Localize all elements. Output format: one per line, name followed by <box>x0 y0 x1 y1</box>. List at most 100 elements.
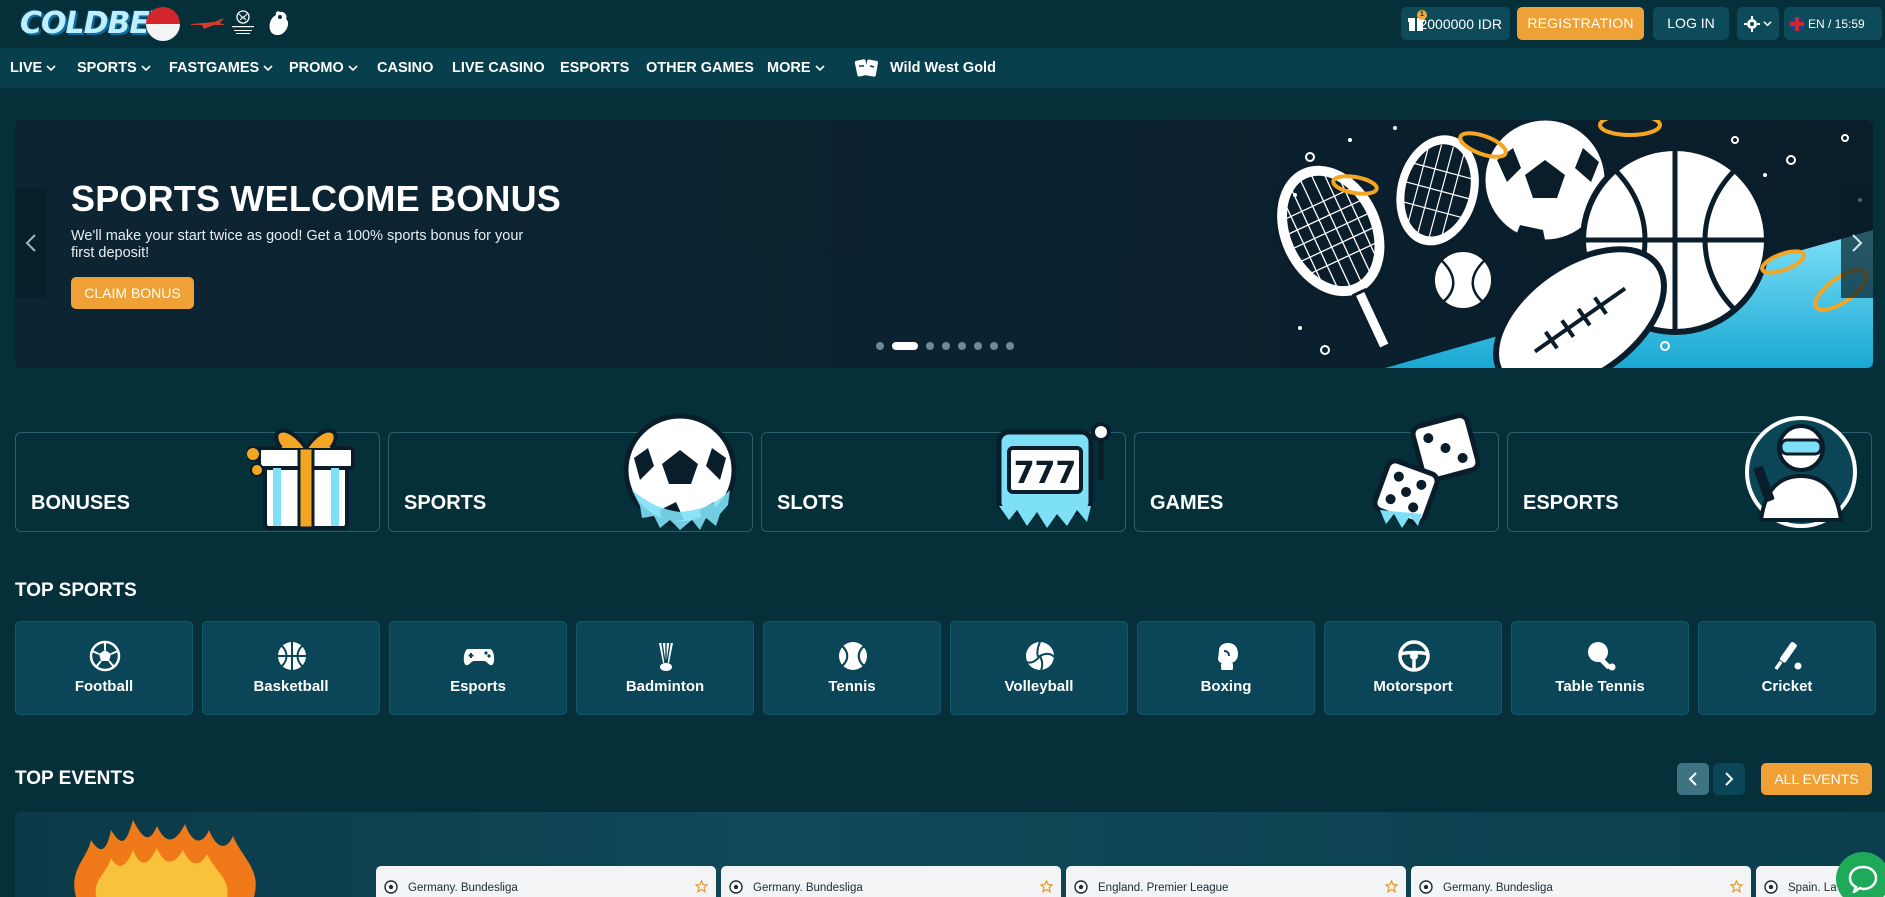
banner-pagination <box>876 342 1014 350</box>
event-card[interactable]: Germany. Bundesliga <box>376 866 716 897</box>
sport-label: Motorsport <box>1373 678 1453 695</box>
banner-dot[interactable] <box>926 342 934 350</box>
boxing-glove-icon <box>1218 643 1238 670</box>
gear-icon <box>1744 15 1760 32</box>
shuttlecock-icon <box>659 642 673 671</box>
claim-bonus-button[interactable]: CLAIM BONUS <box>71 277 194 309</box>
sport-label: Volleyball <box>1004 678 1074 695</box>
banner-dot[interactable] <box>876 342 884 350</box>
event-league: Germany. Bundesliga <box>408 882 518 894</box>
sport-label: Cricket <box>1761 678 1813 695</box>
banner-dot[interactable] <box>1006 342 1014 350</box>
main-nav: LIVE SPORTS FASTGAMES PROMO CASINO LIVE … <box>0 48 1885 88</box>
events-prev-button[interactable] <box>1677 763 1709 795</box>
esports-player-icon <box>1745 416 1857 528</box>
category-esports[interactable]: ESPORTS <box>1507 416 1872 532</box>
sport-tile-tennis[interactable]: Tennis <box>763 621 941 715</box>
nav-item-fastgames[interactable]: FASTGAMES <box>169 48 273 88</box>
registration-button[interactable]: REGISTRATION <box>1517 7 1644 40</box>
balance-display[interactable]: 1 2000000 IDR <box>1401 7 1510 40</box>
slot-machine-icon: 777 <box>996 422 1111 528</box>
football-icon <box>1764 880 1778 894</box>
favorite-star-icon[interactable] <box>695 880 708 893</box>
sport-tile-volleyball[interactable]: Volleyball <box>950 621 1128 715</box>
svg-text:777: 777 <box>1014 456 1077 491</box>
promo-banner[interactable]: SPORTS WELCOME BONUS We'll make your sta… <box>15 120 1873 368</box>
slot-cards-icon <box>854 59 878 77</box>
chevron-left-icon <box>25 234 36 252</box>
basketball-icon <box>278 642 306 670</box>
football-icon <box>729 880 743 894</box>
banner-dot[interactable] <box>974 342 982 350</box>
cricket-icon <box>1774 642 1802 670</box>
hot-fire-icon <box>74 820 256 897</box>
gamepad-icon <box>463 649 495 666</box>
sport-tile-badminton[interactable]: Badminton <box>576 621 754 715</box>
football-icon <box>1074 880 1088 894</box>
category-label: ESPORTS <box>1523 492 1619 514</box>
champions-league-icon <box>228 8 258 38</box>
chevron-down-icon <box>348 65 358 72</box>
jet-icon <box>191 18 225 29</box>
nav-item-live-casino[interactable]: LIVE CASINO <box>452 48 545 88</box>
chevron-down-icon <box>814 65 825 72</box>
nav-item-esports[interactable]: ESPORTS <box>560 48 629 88</box>
balance-amount: 2000000 IDR <box>1419 15 1502 32</box>
events-next-button[interactable] <box>1713 763 1745 795</box>
chat-bubble-icon <box>1848 865 1878 893</box>
volleyball-icon <box>1026 641 1055 671</box>
sport-tile-boxing[interactable]: Boxing <box>1137 621 1315 715</box>
event-card[interactable]: Germany. Bundesliga <box>721 866 1061 897</box>
event-card[interactable]: Germany. Bundesliga <box>1411 866 1751 897</box>
event-card[interactable]: England. Premier League <box>1066 866 1406 897</box>
language-time-text: EN / 15:59 <box>1808 16 1865 31</box>
category-bonuses[interactable]: BONUSES <box>15 428 380 532</box>
favorite-star-icon[interactable] <box>1730 880 1743 893</box>
favorite-star-icon[interactable] <box>1040 880 1053 893</box>
category-sports[interactable]: SPORTS <box>388 413 753 532</box>
sport-tile-motorsport[interactable]: Motorsport <box>1324 621 1502 715</box>
nav-item-live[interactable]: LIVE <box>10 48 56 88</box>
steering-wheel-icon <box>1398 640 1430 672</box>
dice-icon <box>1372 413 1481 528</box>
category-slots[interactable]: SLOTS 777 <box>761 422 1126 532</box>
uk-flag-icon <box>1790 16 1804 31</box>
chevron-down-icon <box>141 65 151 72</box>
indonesia-flag-icon[interactable] <box>146 7 180 41</box>
nav-item-promo[interactable]: PROMO <box>289 48 358 88</box>
sport-label: Football <box>74 678 134 695</box>
sport-label: Table Tennis <box>1555 678 1645 695</box>
chevron-right-icon <box>1852 234 1863 252</box>
login-button[interactable]: LOG IN <box>1653 7 1729 40</box>
banner-prev-button[interactable] <box>15 188 47 298</box>
sport-tile-table-tennis[interactable]: Table Tennis <box>1511 621 1689 715</box>
banner-dot[interactable] <box>892 342 918 350</box>
nav-item-sports[interactable]: SPORTS <box>77 48 151 88</box>
nav-item-casino[interactable]: CASINO <box>377 48 433 88</box>
top-header: COLDBET 1 2000000 IDR REGISTRATION LOG I… <box>0 0 1885 48</box>
chat-button[interactable] <box>1836 852 1885 897</box>
category-games[interactable]: GAMES <box>1134 413 1499 532</box>
sports-balls-illustration <box>1273 120 1873 368</box>
tennis-ball-icon <box>839 642 867 670</box>
coldbet-logo[interactable]: COLDBET <box>20 2 169 46</box>
all-events-button[interactable]: ALL EVENTS <box>1761 763 1872 795</box>
nav-item-wild-west-gold[interactable]: Wild West Gold <box>854 48 996 88</box>
gift-count-badge: 1 <box>1417 10 1427 20</box>
nav-item-more[interactable]: MORE <box>767 48 825 88</box>
settings-button[interactable] <box>1737 7 1779 40</box>
banner-next-button[interactable] <box>1841 188 1873 298</box>
nav-item-other-games[interactable]: OTHER GAMES <box>646 48 754 88</box>
sport-tile-cricket[interactable]: Cricket <box>1698 621 1876 715</box>
language-time-selector[interactable]: EN / 15:59 <box>1784 7 1882 40</box>
sport-tile-football[interactable]: Football <box>15 621 193 715</box>
banner-dot[interactable] <box>990 342 998 350</box>
sport-tile-basketball[interactable]: Basketball <box>202 621 380 715</box>
sport-tile-esports[interactable]: Esports <box>389 621 567 715</box>
favorite-star-icon[interactable] <box>1385 880 1398 893</box>
banner-dot[interactable] <box>942 342 950 350</box>
banner-dot[interactable] <box>958 342 966 350</box>
event-league: Germany. Bundesliga <box>753 882 863 894</box>
chevron-down-icon <box>263 65 273 72</box>
chevron-down-icon <box>1763 21 1772 27</box>
